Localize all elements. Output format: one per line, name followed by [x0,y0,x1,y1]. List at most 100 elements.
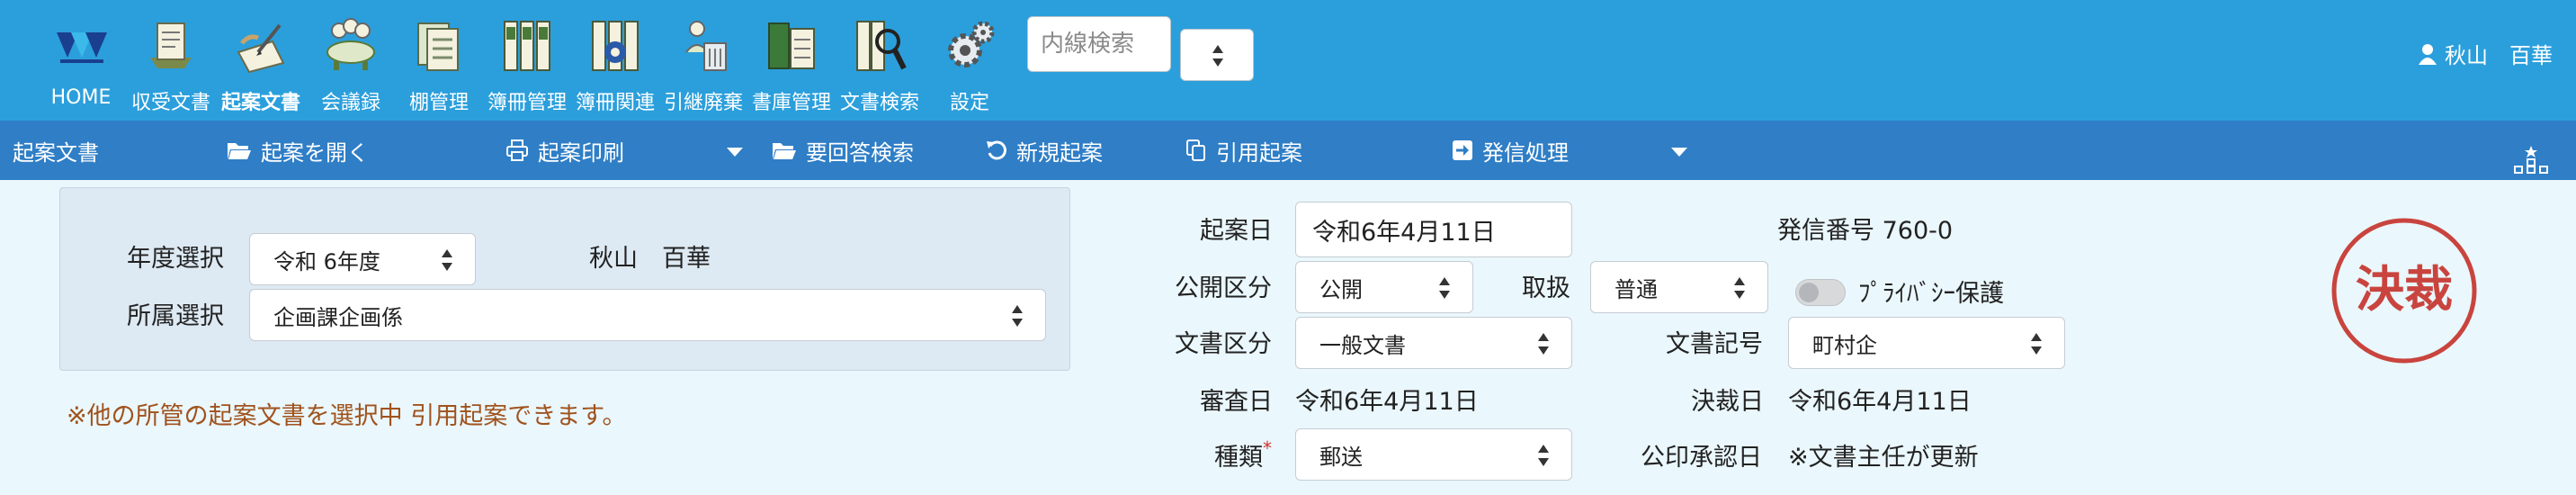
handling-label: 取扱 [1522,274,1570,302]
select-arrows-icon [2030,333,2043,355]
folder-open-icon [228,143,251,159]
required-mark: * [1263,437,1272,459]
disclosure-select-value: 公開 [1319,276,1363,302]
filter-panel: 年度選択 令和 6年度 秋山 百華 所属選択 企画課企画係 [59,187,1070,371]
approval-stamp: 決裁 [2331,218,2477,364]
department-select[interactable]: 企画課企画係 [249,289,1046,341]
nav-handover-disposal-label: 引継廃棄 [663,92,743,114]
archive-management-icon [768,22,815,69]
handling-select[interactable]: 普通 [1590,261,1768,313]
select-arrows-icon [1011,305,1024,327]
extension-search-select[interactable] [1180,29,1254,81]
ledger-binders-icon [504,21,550,71]
settings-gear-icon [948,21,995,68]
year-select[interactable]: 令和 6年度 [249,233,476,285]
draft-date-value: 令和6年4月11日 [1312,218,1496,247]
nav-handover-disposal[interactable]: 引継廃棄 [660,13,747,115]
print-draft-button[interactable]: 起案印刷 [505,121,624,180]
nav-ledger-management[interactable]: 簿冊管理 [484,13,570,115]
column-settings-icon[interactable] [2511,144,2551,175]
draft-document-icon [237,23,285,74]
copy-icon [1186,140,1205,161]
type-select[interactable]: 郵送 [1295,428,1572,481]
print-draft-label: 起案印刷 [538,140,624,166]
nav-meeting-minutes-label: 会議録 [320,92,380,114]
nav-shelf-management[interactable]: 棚管理 [396,13,482,115]
new-draft-button[interactable]: 新規起案 [986,121,1103,180]
user-menu[interactable]: 秋山 百華 [2418,38,2553,69]
document-symbol-label: 文書記号 [1666,330,1763,358]
printer-icon [506,140,528,161]
nav-received-documents-label: 収受文書 [130,92,210,114]
user-icon [2419,43,2437,65]
nav-settings-label: 設定 [949,92,989,114]
department-select-value: 企画課企画係 [273,304,403,330]
year-select-label: 年度選択 [127,245,224,273]
nav-ledger-related-label: 簿冊関連 [575,92,655,114]
type-label-text: 種類 [1214,444,1263,472]
folder-open-icon [773,143,796,159]
nav-document-search[interactable]: 文書検索 [836,13,923,115]
privacy-protection-toggle[interactable] [1795,279,1846,306]
reply-search-button[interactable]: 要回答検索 [772,121,914,180]
review-date-value: 令和6年4月11日 [1295,388,1479,416]
nav-home-label: HOME [50,86,112,109]
draft-date-input[interactable]: 令和6年4月11日 [1295,202,1572,257]
shelf-management-icon [417,22,459,71]
quote-notice-text: ※他の所管の起案文書を選択中 引用起案できます。 [67,402,627,430]
nav-home[interactable]: HOME [38,13,124,109]
quote-draft-label: 引用起案 [1216,140,1302,166]
send-processing-button[interactable]: 発信処理 [1452,121,1569,180]
handover-disposal-icon [685,21,727,71]
meeting-minutes-icon [326,18,375,70]
disclosure-label: 公開区分 [1175,274,1272,302]
sending-number-label: 発信番号 [1777,217,1874,245]
decision-date-value: 令和6年4月11日 [1788,388,1972,416]
action-toolbar: 起案文書 起案を開く 起案印刷 要回答検索 新規起案 引用起案 発信処理 [0,121,2576,180]
select-arrows-icon [1537,333,1550,355]
nav-draft-documents[interactable]: 起案文書 [218,13,304,115]
nav-received-documents[interactable]: 収受文書 [128,13,214,115]
type-select-value: 郵送 [1319,444,1363,470]
toolbar-title-label: 起案文書 [13,140,99,166]
official-seal-approval-value: ※文書主任が更新 [1788,444,1979,472]
sending-number: 発信番号 760-0 [1777,211,1953,246]
nav-shelf-management-label: 棚管理 [408,92,469,114]
document-search-icon [856,21,907,71]
sign-in-icon [1453,140,1472,160]
select-arrows-icon [441,249,453,271]
document-category-select[interactable]: 一般文書 [1295,317,1572,369]
privacy-protection-label: ﾌﾟﾗｲﾊﾞｼｰ保護 [1858,280,2004,308]
nav-draft-documents-label: 起案文書 [220,92,300,114]
send-dropdown-caret-icon[interactable] [1671,148,1687,157]
nav-document-search-label: 文書検索 [839,92,919,114]
ledger-related-icon [592,21,639,71]
open-draft-button[interactable]: 起案を開く [227,121,369,180]
received-documents-icon [150,22,192,68]
extension-search-input[interactable] [1027,16,1171,72]
owner-name: 秋山 百華 [589,245,711,273]
undo-arrow-icon [987,140,1006,160]
document-symbol-select[interactable]: 町村企 [1788,317,2065,369]
nav-meeting-minutes[interactable]: 会議録 [308,13,394,115]
handling-select-value: 普通 [1614,276,1658,302]
user-name: 秋山 百華 [2445,43,2553,68]
disclosure-select[interactable]: 公開 [1295,261,1473,313]
select-arrows-icon [1438,277,1451,299]
official-seal-approval-label: 公印承認日 [1641,444,1762,472]
type-label: 種類* [1214,437,1272,472]
sending-number-value: 760-0 [1882,217,1954,245]
nav-ledger-related[interactable]: 簿冊関連 [572,13,658,115]
select-arrows-icon [1212,45,1224,67]
document-symbol-value: 町村企 [1812,332,1877,358]
nav-archive-management[interactable]: 書庫管理 [748,13,835,115]
nav-settings[interactable]: 設定 [926,13,1013,115]
top-navigation: HOME 収受文書 起案文書 会議録 棚管理 簿冊管理 簿冊関連 引継廃棄 書庫… [0,0,2576,121]
send-processing-label: 発信処理 [1482,140,1569,166]
quote-draft-button[interactable]: 引用起案 [1185,121,1302,180]
reply-search-label: 要回答検索 [806,140,914,166]
year-select-value: 令和 6年度 [273,248,380,274]
document-category-label: 文書区分 [1175,330,1272,358]
nav-archive-management-label: 書庫管理 [751,92,831,114]
print-dropdown-caret-icon[interactable] [727,148,743,157]
